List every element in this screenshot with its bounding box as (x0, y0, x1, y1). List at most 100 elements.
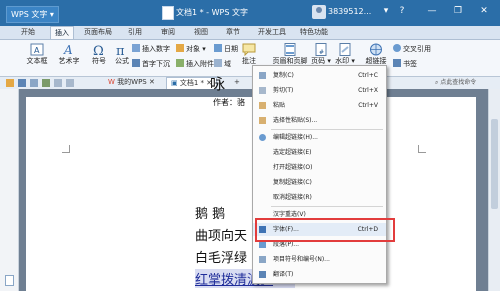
hyperlink-label: 超链接 (365, 57, 387, 65)
comment-button[interactable]: 批注 (238, 43, 260, 66)
margin-corner-top-right (418, 145, 426, 153)
number-icon (132, 44, 140, 52)
help-button[interactable]: ? (396, 5, 408, 17)
open-icon[interactable] (6, 79, 14, 87)
object-button[interactable]: 对象 ▾ (176, 44, 206, 54)
tab-insert[interactable]: 插入 (50, 26, 74, 39)
list-icon (259, 256, 266, 263)
username: 3839512... (328, 7, 372, 16)
margin-corner-top-left (62, 145, 70, 153)
wordart-icon: A (63, 43, 73, 56)
field-icon (214, 59, 222, 67)
insert-number-label: 插入数字 (142, 45, 170, 53)
header-footer-button[interactable]: 页眉和页脚 (272, 43, 308, 66)
clipboard-icon (259, 102, 266, 109)
close-button[interactable]: ✕ (478, 5, 490, 17)
textbox-button[interactable]: A 文本框 (25, 43, 49, 66)
tab-page-layout[interactable]: 页面布局 (84, 27, 112, 38)
vertical-scrollbar[interactable] (488, 89, 500, 291)
tab-references[interactable]: 引用 (128, 27, 142, 38)
symbol-button[interactable]: Ω 符号 (88, 43, 110, 66)
command-search[interactable]: ⌕ 点此查找命令 (435, 78, 497, 87)
textbox-icon: A (30, 43, 44, 56)
account-dropdown-button[interactable]: ▾ (380, 5, 392, 17)
watermark-label: 水印 (335, 57, 350, 65)
menu-item-bullets-numbering-label: 项目符号和编号(N)... (273, 256, 330, 263)
tab-developer[interactable]: 开发工具 (258, 27, 286, 38)
insert-number-button[interactable]: 插入数字 (132, 44, 170, 54)
preview-icon[interactable] (42, 79, 50, 87)
menu-item-remove-hyperlink[interactable]: 取消超链接(R) (253, 191, 386, 204)
drop-cap-button[interactable]: 首字下沉 (132, 59, 170, 69)
menu-item-edit-hyperlink-label: 编辑超链接(H)... (273, 134, 318, 141)
menu-separator (271, 129, 383, 130)
wps-app-menu-button[interactable]: WPS 文字 ▾ (6, 6, 59, 23)
insert-attachment-label: 插入附件 (186, 60, 214, 68)
svg-text:A: A (63, 43, 73, 56)
menu-item-paste-special[interactable]: 选择性粘贴(S)... (253, 114, 386, 127)
tab-document1-label: 文档1 * (179, 79, 205, 87)
poem-line-2: 曲项向天 (195, 229, 248, 244)
menu-item-paste[interactable]: 粘贴 Ctrl+V (253, 99, 386, 112)
tab-my-wps-label: 我的WPS (117, 78, 147, 86)
poem-title: 咏 (210, 75, 226, 93)
tab-special-features[interactable]: 特色功能 (300, 27, 328, 38)
page-number-button[interactable]: # 页码 ▾ (310, 43, 332, 66)
tab-home[interactable]: 开始 (21, 27, 35, 38)
wps-icon: W (108, 78, 115, 86)
insert-attachment-button[interactable]: 插入附件 (176, 59, 214, 69)
tab-review[interactable]: 审阅 (161, 27, 175, 38)
date-label: 日期 (224, 45, 238, 53)
svg-text:Ω: Ω (93, 44, 104, 56)
menu-item-cut[interactable]: 剪切(T) Ctrl+X (253, 84, 386, 97)
paperclip-icon (176, 59, 184, 67)
wordart-label: 艺术字 (58, 57, 80, 65)
scissors-icon (259, 87, 266, 94)
search-icon: ⌕ (435, 79, 439, 86)
bookmark-label: 书签 (403, 60, 417, 68)
save-icon[interactable] (18, 79, 26, 87)
watermark-button[interactable]: 水印 ▾ (334, 43, 356, 66)
svg-text:#: # (319, 49, 324, 56)
minimize-button[interactable]: — (426, 5, 438, 17)
menu-item-select-hyperlink-label: 选定超链接(E) (273, 149, 312, 156)
ribbon-insert: A 文本框 A 艺术字 Ω 符号 π 公式 插入数字 对象 ▾ 日期 首字下沉 … (0, 40, 500, 77)
menu-item-copy-hyperlink[interactable]: 复制超链接(C) (253, 176, 386, 189)
formula-button[interactable]: π 公式 (112, 43, 132, 66)
tab-sections[interactable]: 章节 (226, 27, 240, 38)
new-tab-button[interactable]: + (230, 77, 244, 88)
maximize-button[interactable]: ❐ (452, 5, 464, 17)
menu-item-cut-shortcut: Ctrl+X (358, 87, 378, 94)
scrollbar-thumb[interactable] (491, 119, 498, 209)
undo-icon[interactable] (54, 79, 62, 87)
menu-item-bullets-numbering[interactable]: 项目符号和编号(N)... (253, 253, 386, 266)
doc-icon: ▣ (171, 79, 178, 87)
date-button[interactable]: 日期 (214, 44, 238, 54)
redo-icon[interactable] (66, 79, 74, 87)
menu-item-edit-hyperlink[interactable]: 编辑超链接(H)... (253, 131, 386, 144)
page-icon[interactable] (5, 275, 14, 286)
highlight-annotation-box (255, 218, 395, 242)
bookmark-icon (393, 59, 401, 67)
menu-item-select-hyperlink[interactable]: 选定超链接(E) (253, 146, 386, 159)
cross-reference-button[interactable]: 交叉引用 (393, 44, 431, 54)
field-label: 域 (224, 60, 231, 68)
command-search-placeholder: 点此查找命令 (440, 79, 477, 86)
wordart-button[interactable]: A 艺术字 (56, 43, 82, 66)
object-label: 对象 (186, 45, 200, 53)
bookmark-button[interactable]: 书签 (393, 59, 417, 69)
tab-my-wps[interactable]: W 我的WPS ✕ (104, 77, 159, 88)
menu-item-open-hyperlink[interactable]: 打开超链接(O) (253, 161, 386, 174)
menu-item-translate[interactable]: 翻译(T) (253, 268, 386, 281)
omega-icon: Ω (93, 44, 104, 56)
print-icon[interactable] (30, 79, 38, 87)
window-title: 文档1 * - WPS 文字 (176, 8, 248, 17)
field-button[interactable]: 域 (214, 59, 231, 69)
user-account[interactable]: 3839512... (312, 4, 378, 22)
tab-view[interactable]: 视图 (194, 27, 208, 38)
comment-icon (242, 43, 256, 56)
page-number-label: 页码 (311, 57, 326, 65)
hyperlink-button[interactable]: 超链接 (364, 43, 388, 66)
menu-separator (271, 206, 383, 207)
menu-item-copy[interactable]: 复制(C) Ctrl+C (253, 69, 386, 82)
